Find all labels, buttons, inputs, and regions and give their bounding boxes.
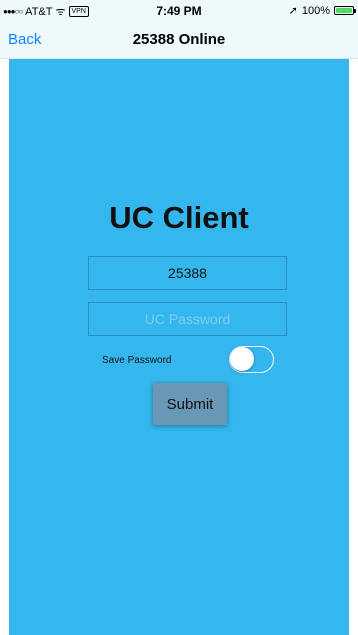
username-field[interactable] (88, 256, 287, 290)
battery-icon (334, 6, 356, 15)
status-right: ➚ 100% (288, 4, 356, 17)
submit-button[interactable]: Submit (153, 383, 227, 425)
nav-title: 25388 Online (132, 31, 226, 48)
save-password-toggle[interactable] (229, 346, 274, 373)
location-arrow-icon: ➚ (288, 5, 298, 17)
battery-level-fill (336, 8, 352, 13)
save-password-label: Save Password (102, 355, 172, 366)
toggle-knob (230, 347, 254, 371)
status-bar: ●●●○○ AT&T ᯤ VPN 7:49 PM ➚ 100% (0, 0, 358, 22)
password-field[interactable] (88, 302, 287, 336)
navigation-bar: Back 25388 Online (0, 22, 358, 59)
login-panel: UC Client Save Password Submit (9, 59, 349, 635)
app-title: UC Client (109, 200, 249, 235)
battery-percent: 100% (301, 4, 330, 17)
phone-screen: ●●●○○ AT&T ᯤ VPN 7:49 PM ➚ 100% Back 253… (0, 0, 358, 635)
